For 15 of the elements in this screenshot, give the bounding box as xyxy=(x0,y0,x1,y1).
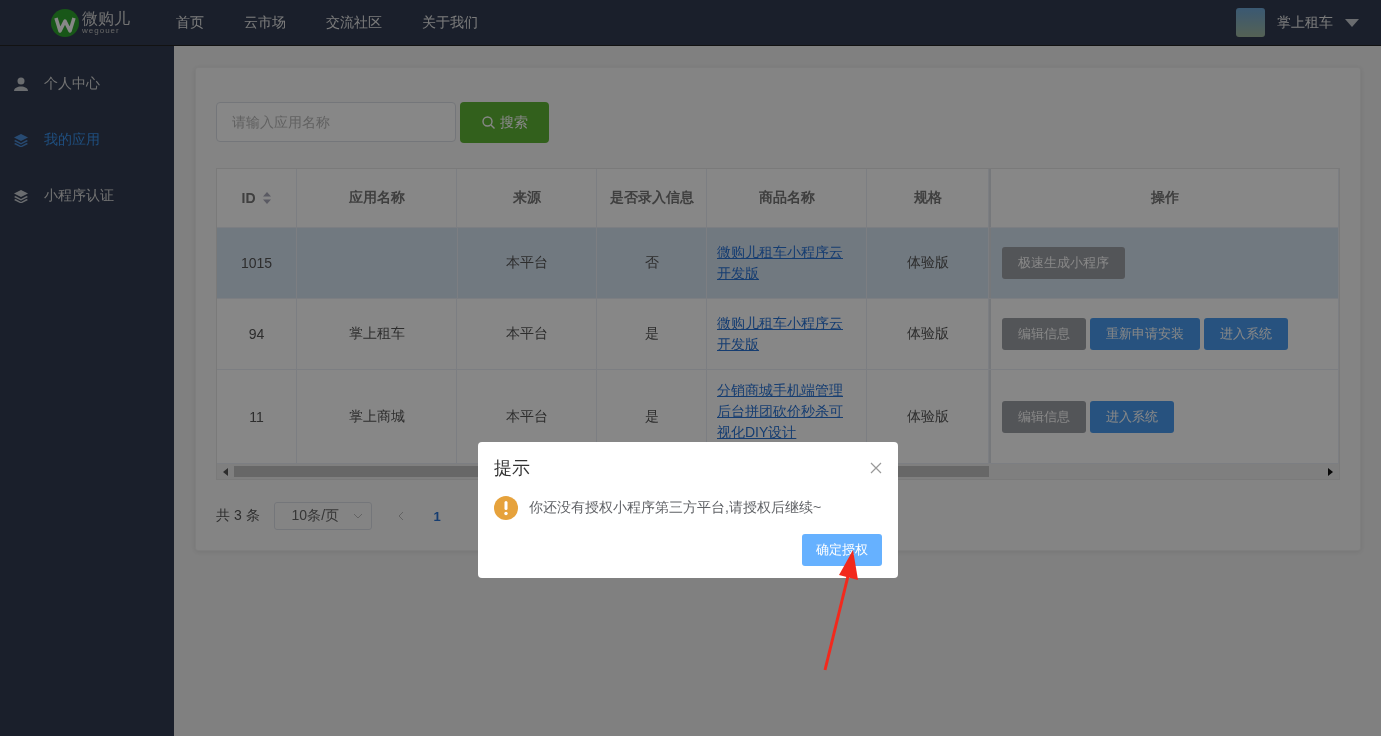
logo-subtitle: wegouer xyxy=(82,26,120,35)
table-cell: 本平台 xyxy=(457,299,597,369)
total-count: 共 3 条 xyxy=(216,507,260,525)
table-cell: 掌上租车 xyxy=(297,299,457,369)
table-cell: 掌上商城 xyxy=(297,370,457,463)
table-cell: 94 xyxy=(217,299,297,369)
table-cell: 体验版 xyxy=(867,299,989,369)
dialog-message: 你还没有授权小程序第三方平台,请授权后继续~ xyxy=(529,499,822,517)
table-cell: 本平台 xyxy=(457,228,597,298)
table-cell: 否 xyxy=(597,228,707,298)
table-cell: 1015 xyxy=(217,228,297,298)
table-cell: 体验版 xyxy=(867,228,989,298)
table-cell: 是 xyxy=(597,299,707,369)
table-cell: 11 xyxy=(217,370,297,463)
logo-text: 微购儿 xyxy=(82,10,130,27)
